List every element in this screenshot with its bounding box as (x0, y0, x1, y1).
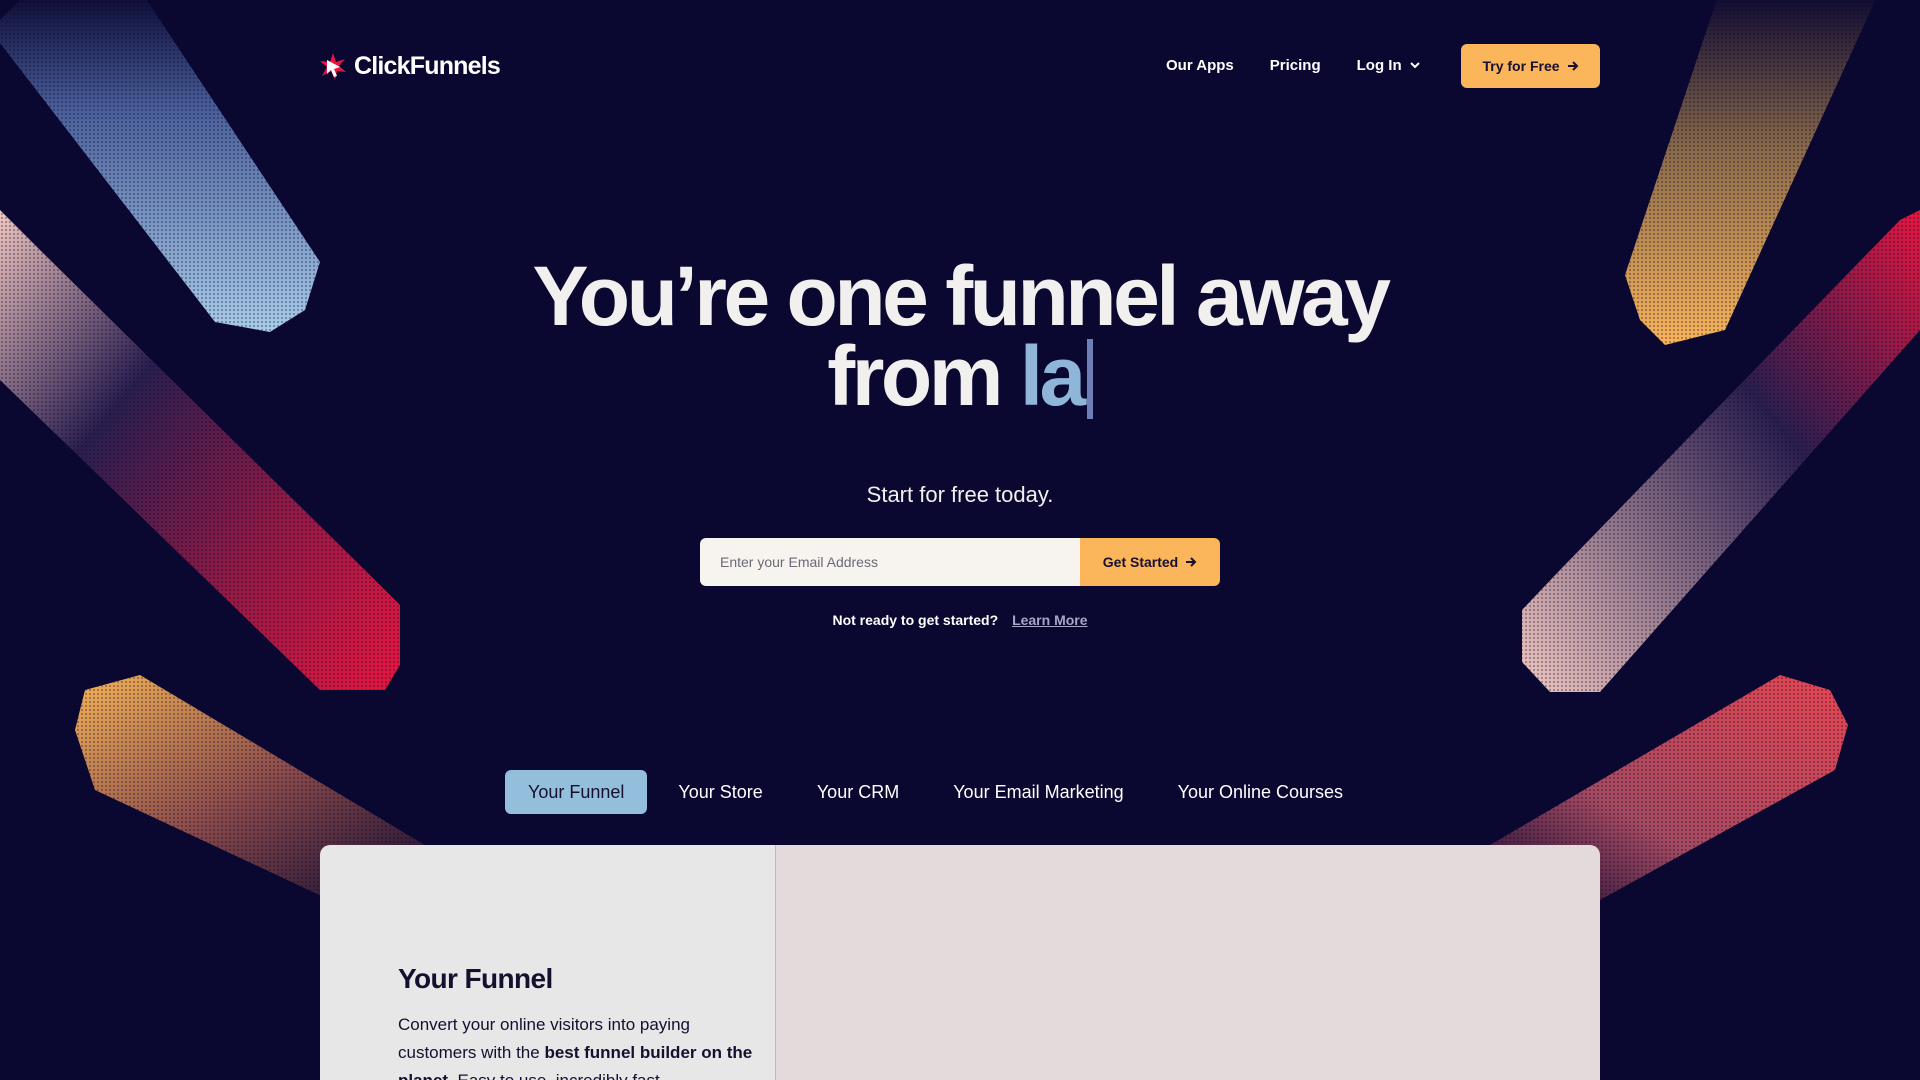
tab-your-email-marketing[interactable]: Your Email Marketing (930, 770, 1146, 814)
nav-link-pricing[interactable]: Pricing (1270, 57, 1321, 74)
panel-desc-part-2: . Easy to use, incredibly fast (448, 1071, 660, 1080)
email-signup-form: Get Started (700, 538, 1220, 586)
hero-title-line-1: You’re one funnel away (532, 249, 1391, 343)
nav-links: Our Apps Pricing Log In (1166, 52, 1420, 78)
logo-text: ClickFunnels (354, 51, 501, 80)
feature-panel-media (776, 845, 1600, 1080)
hero-subhead: Start for free today. (866, 482, 1054, 507)
log-in-label: Log In (1356, 56, 1402, 74)
chevron-down-icon (1409, 61, 1420, 68)
not-ready-row: Not ready to get started? Learn More (0, 612, 1920, 628)
hero-title-prefix: from (827, 329, 1020, 423)
tab-your-online-courses[interactable]: Your Online Courses (1155, 770, 1366, 814)
feature-panel: Your Funnel Convert your online visitors… (320, 845, 1600, 1080)
learn-more-link[interactable]: Learn More (1012, 612, 1087, 628)
try-for-free-button[interactable]: Try for Free (1461, 44, 1600, 88)
tab-your-funnel[interactable]: Your Funnel (505, 770, 648, 814)
clickfunnels-logo-icon (320, 53, 346, 80)
hero-typed-text: la (1019, 329, 1087, 423)
tab-your-store[interactable]: Your Store (655, 770, 785, 814)
get-started-label: Get Started (1102, 554, 1179, 570)
not-ready-text: Not ready to get started? (832, 612, 999, 628)
product-tabs: Your Funnel Your Store Your CRM Your Ema… (505, 770, 1374, 814)
typing-cursor (1086, 339, 1093, 419)
feature-panel-text: Your Funnel Convert your online visitors… (320, 845, 776, 1080)
top-navigation: ClickFunnels Our Apps Pricing Log In Try… (0, 0, 1920, 132)
hero-title-line-2: from la (0, 334, 1920, 419)
get-started-button[interactable]: Get Started (1080, 538, 1220, 586)
feature-panel-description: Convert your online visitors into paying… (398, 1011, 758, 1080)
feature-panel-title: Your Funnel (398, 963, 553, 994)
tab-your-crm[interactable]: Your CRM (794, 770, 922, 814)
hero-title: You’re one funnel away from la (0, 249, 1920, 419)
arrow-right-icon (1186, 557, 1197, 567)
clickfunnels-logo[interactable]: ClickFunnels (318, 48, 501, 84)
try-for-free-label: Try for Free (1482, 58, 1560, 74)
email-input[interactable] (700, 538, 1080, 586)
nav-link-our-apps[interactable]: Our Apps (1166, 57, 1234, 74)
arrow-right-icon (1567, 61, 1578, 71)
nav-link-log-in[interactable]: Log In (1357, 57, 1420, 74)
